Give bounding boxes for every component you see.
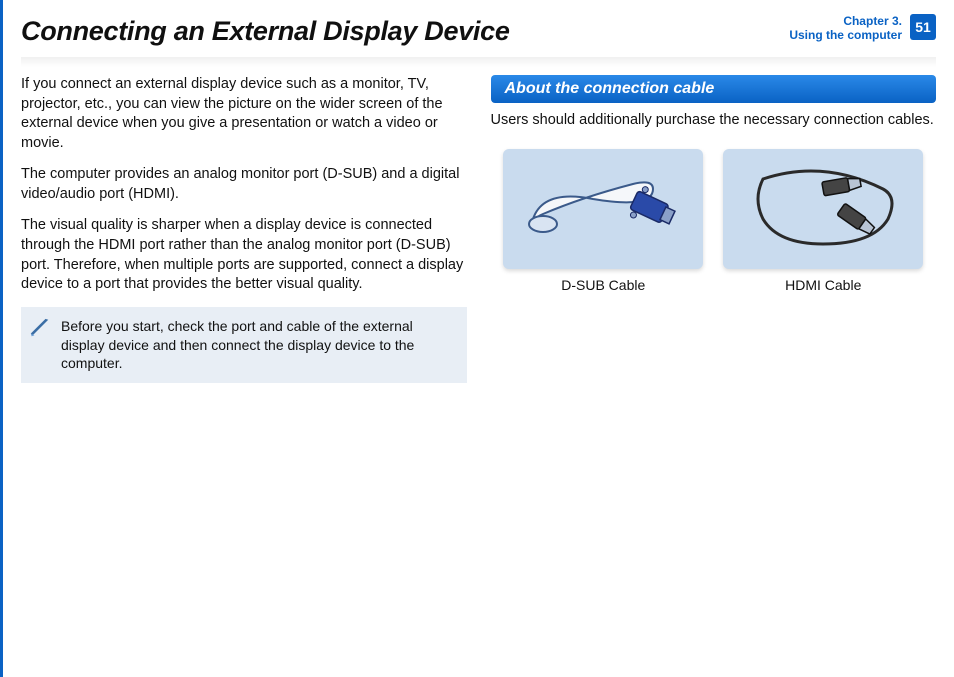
- page-number-badge: 51: [910, 14, 936, 40]
- paragraph: Users should additionally purchase the n…: [491, 111, 937, 131]
- left-column: If you connect an external display devic…: [21, 75, 467, 383]
- header-shadow: [21, 57, 936, 67]
- note-text: Before you start, check the port and cab…: [61, 318, 414, 372]
- content-columns: If you connect an external display devic…: [21, 75, 936, 383]
- section-subheader: About the connection cable: [491, 75, 937, 103]
- paragraph: If you connect an external display devic…: [21, 75, 467, 153]
- cable-caption: D-SUB Cable: [503, 277, 703, 293]
- chapter-label: Chapter 3. Using the computer: [789, 14, 902, 43]
- chapter-block: Chapter 3. Using the computer 51: [789, 14, 936, 43]
- hdmi-cable-illustration: [723, 149, 923, 269]
- chapter-number: Chapter 3.: [789, 14, 902, 28]
- right-column: About the connection cable Users should …: [491, 75, 937, 383]
- chapter-name: Using the computer: [789, 28, 902, 42]
- cable-row: D-SUB Cable: [491, 149, 937, 293]
- cable-caption: HDMI Cable: [723, 277, 923, 293]
- cable-card-hdmi: HDMI Cable: [723, 149, 923, 293]
- page-header: Connecting an External Display Device Ch…: [21, 12, 936, 47]
- manual-page: Connecting an External Display Device Ch…: [0, 0, 954, 677]
- cable-card-dsub: D-SUB Cable: [503, 149, 703, 293]
- note-icon: [29, 317, 51, 339]
- note-box: Before you start, check the port and cab…: [21, 307, 467, 384]
- dsub-cable-illustration: [503, 149, 703, 269]
- paragraph: The visual quality is sharper when a dis…: [21, 216, 467, 294]
- page-title: Connecting an External Display Device: [21, 16, 510, 47]
- paragraph: The computer provides an analog monitor …: [21, 165, 467, 204]
